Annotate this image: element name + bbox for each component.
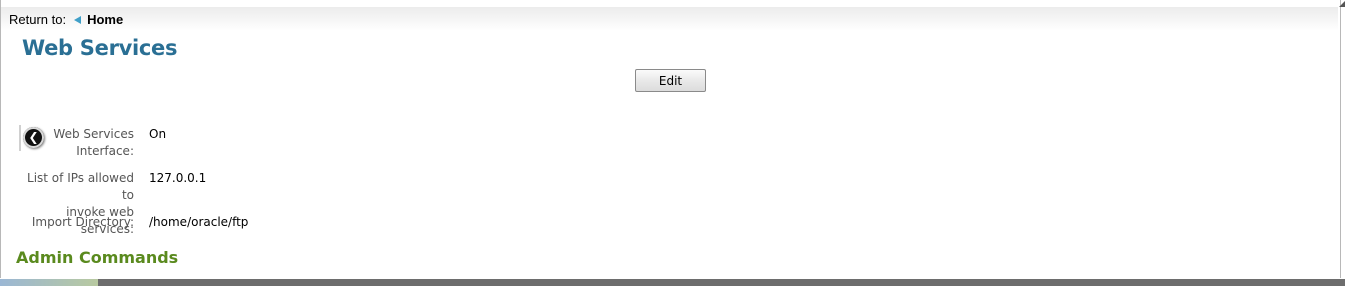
label-line: Web Services bbox=[53, 127, 134, 141]
taskbar-segment bbox=[0, 279, 98, 286]
home-link[interactable]: Home bbox=[87, 12, 123, 27]
label-line: Interface: bbox=[76, 144, 134, 158]
return-label: Return to: bbox=[9, 12, 67, 27]
import-directory-value: /home/oracle/ftp bbox=[149, 215, 249, 229]
breadcrumb: Return to: Home bbox=[9, 12, 123, 27]
label-line: Import Directory: bbox=[31, 215, 134, 229]
breadcrumb-bar bbox=[1, 7, 1338, 31]
resize-corner-icon[interactable]: ◢ bbox=[1339, 0, 1345, 8]
import-directory-label: Import Directory: bbox=[21, 214, 134, 231]
web-services-interface-label: Web Services Interface: bbox=[21, 126, 134, 160]
edit-button[interactable]: Edit bbox=[635, 69, 706, 92]
page-title: Web Services bbox=[22, 36, 178, 60]
allowed-ips-value: 127.0.0.1 bbox=[149, 171, 207, 185]
label-line: List of IPs allowed to bbox=[27, 171, 134, 202]
web-services-panel bbox=[0, 0, 1341, 278]
admin-commands-heading: Admin Commands bbox=[16, 248, 179, 267]
window-bottom-bar bbox=[0, 279, 1345, 286]
triangle-left-icon bbox=[74, 15, 82, 24]
web-services-interface-value: On bbox=[149, 127, 167, 141]
